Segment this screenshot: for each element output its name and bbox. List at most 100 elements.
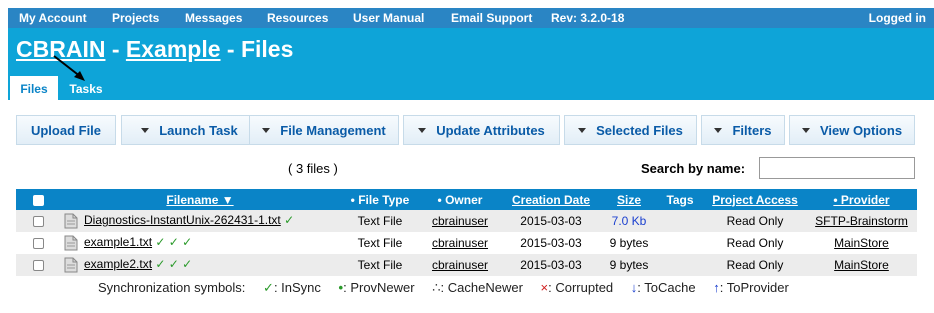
logged-in-status: Logged in	[868, 11, 926, 25]
chevron-down-icon	[418, 128, 427, 133]
view-options-label: View Options	[819, 123, 903, 138]
version-label: Rev: 3.2.0-18	[551, 11, 625, 25]
header-creation-label: Creation Date	[511, 192, 591, 207]
sync-status: ✓ ✓ ✓	[155, 257, 193, 272]
file-management-button[interactable]: File Management	[249, 115, 399, 145]
title-separator: -	[105, 36, 126, 62]
selected-files-button[interactable]: Selected Files	[564, 115, 697, 145]
files-table: Filename ▼ • File Type • Owner Creation …	[16, 189, 917, 276]
project-access: Read Only	[726, 258, 784, 272]
tab-files[interactable]: Files	[10, 76, 58, 100]
legend-label: Synchronization symbols:	[98, 280, 246, 295]
file-name-link[interactable]: example1.txt	[84, 235, 152, 249]
file-size: 9 bytes	[609, 236, 649, 250]
file-size[interactable]: 7.0 Kb	[602, 210, 656, 232]
select-all-checkbox[interactable]	[32, 194, 44, 206]
file-type: Text File	[357, 258, 403, 272]
project-access: Read Only	[726, 214, 784, 228]
file-tags	[656, 232, 704, 254]
file-count: ( 3 files )	[288, 161, 338, 176]
header-access-label: Project Access	[712, 192, 798, 207]
provider-link[interactable]: SFTP-Brainstorm	[815, 214, 908, 228]
owner-link[interactable]: cbrainuser	[432, 258, 488, 272]
project-link[interactable]: Example	[126, 36, 221, 62]
table-row: example1.txt ✓ ✓ ✓ Text File cbrainuser …	[16, 232, 917, 254]
corrupted-label: : Corrupted	[548, 280, 614, 295]
search-input[interactable]	[759, 157, 915, 179]
sync-status: ✓ ✓ ✓	[155, 235, 193, 250]
filters-button[interactable]: Filters	[701, 115, 785, 145]
file-type: Text File	[357, 236, 403, 250]
page-header: CBRAIN - Example - Files Files Tasks	[8, 28, 934, 100]
row-checkbox[interactable]	[32, 216, 44, 228]
nav-resources[interactable]: Resources	[267, 11, 328, 25]
file-size: 9 bytes	[609, 258, 649, 272]
table-row: Diagnostics-InstantUnix-262431-1.txt ✓ T…	[16, 210, 917, 232]
chevron-down-icon	[578, 128, 587, 133]
file-icon	[64, 213, 78, 229]
select-all-header	[16, 189, 60, 210]
header-provider-label: • Provider	[833, 192, 890, 207]
search-label: Search by name:	[641, 161, 746, 176]
file-tags	[656, 210, 704, 232]
project-access: Read Only	[726, 236, 784, 250]
view-options-button[interactable]: View Options	[789, 115, 915, 145]
file-icon	[64, 235, 78, 251]
provider-link[interactable]: MainStore	[834, 258, 889, 272]
owner-link[interactable]: cbrainuser	[432, 214, 488, 228]
nav-projects[interactable]: Projects	[112, 11, 159, 25]
nav-messages[interactable]: Messages	[185, 11, 242, 25]
file-management-label: File Management	[280, 123, 386, 138]
file-name-link[interactable]: Diagnostics-InstantUnix-262431-1.txt	[84, 213, 281, 227]
launch-task-label: Launch Task	[159, 123, 238, 138]
header-provider[interactable]: • Provider	[806, 189, 917, 210]
table-row: example2.txt ✓ ✓ ✓ Text File cbrainuser …	[16, 254, 917, 276]
row-checkbox[interactable]	[32, 260, 44, 272]
creation-date: 2015-03-03	[520, 258, 582, 272]
insync-symbol: ✓	[263, 280, 274, 295]
header-creation-date[interactable]: Creation Date	[500, 189, 602, 210]
upload-file-button[interactable]: Upload File	[16, 115, 116, 145]
nav-email-support[interactable]: Email Support	[451, 11, 532, 25]
header-size-label: Size	[616, 192, 641, 207]
toprovider-label: : ToProvider	[719, 280, 789, 295]
header-size[interactable]: Size	[602, 189, 656, 210]
creation-date: 2015-03-03	[520, 214, 582, 228]
cachenewer-label: : CacheNewer	[440, 280, 523, 295]
filters-label: Filters	[732, 123, 772, 138]
header-owner[interactable]: • Owner	[420, 189, 500, 210]
tocache-label: : ToCache	[637, 280, 696, 295]
update-attributes-button[interactable]: Update Attributes	[403, 115, 560, 145]
sync-legend: Synchronization symbols: ✓: InSync •: Pr…	[98, 280, 789, 296]
sync-status: ✓	[284, 213, 295, 228]
row-checkbox[interactable]	[32, 238, 44, 250]
file-type: Text File	[357, 214, 403, 228]
annotation-arrow-icon	[53, 55, 85, 81]
chevron-down-icon	[141, 128, 150, 133]
corrupted-symbol: ×	[540, 280, 549, 295]
nav-user-manual[interactable]: User Manual	[353, 11, 424, 25]
chevron-down-icon	[714, 128, 723, 133]
header-project-access[interactable]: Project Access	[704, 189, 806, 210]
launch-task-button[interactable]: Launch Task	[121, 115, 258, 145]
cachenewer-symbol: ∴	[432, 280, 441, 295]
upload-file-label: Upload File	[30, 123, 102, 138]
owner-link[interactable]: cbrainuser	[432, 236, 488, 250]
provider-link[interactable]: MainStore	[834, 236, 889, 250]
header-filename-label: Filename ▼	[166, 192, 234, 207]
nav-my-account[interactable]: My Account	[19, 11, 87, 25]
header-file-type[interactable]: • File Type	[340, 189, 420, 210]
insync-label: : InSync	[273, 280, 321, 295]
file-icon	[64, 257, 78, 273]
chevron-down-icon	[262, 128, 271, 133]
header-filename[interactable]: Filename ▼	[60, 189, 340, 210]
provnewer-label: : ProvNewer	[343, 280, 415, 295]
file-tags	[656, 254, 704, 276]
selected-files-label: Selected Files	[596, 123, 683, 138]
update-attributes-label: Update Attributes	[436, 123, 545, 138]
table-header-row: Filename ▼ • File Type • Owner Creation …	[16, 189, 917, 210]
top-navigation-bar: My Account Projects Messages Resources U…	[8, 8, 934, 28]
header-tags: Tags	[666, 192, 694, 207]
chevron-down-icon	[801, 128, 810, 133]
file-name-link[interactable]: example2.txt	[84, 257, 152, 271]
